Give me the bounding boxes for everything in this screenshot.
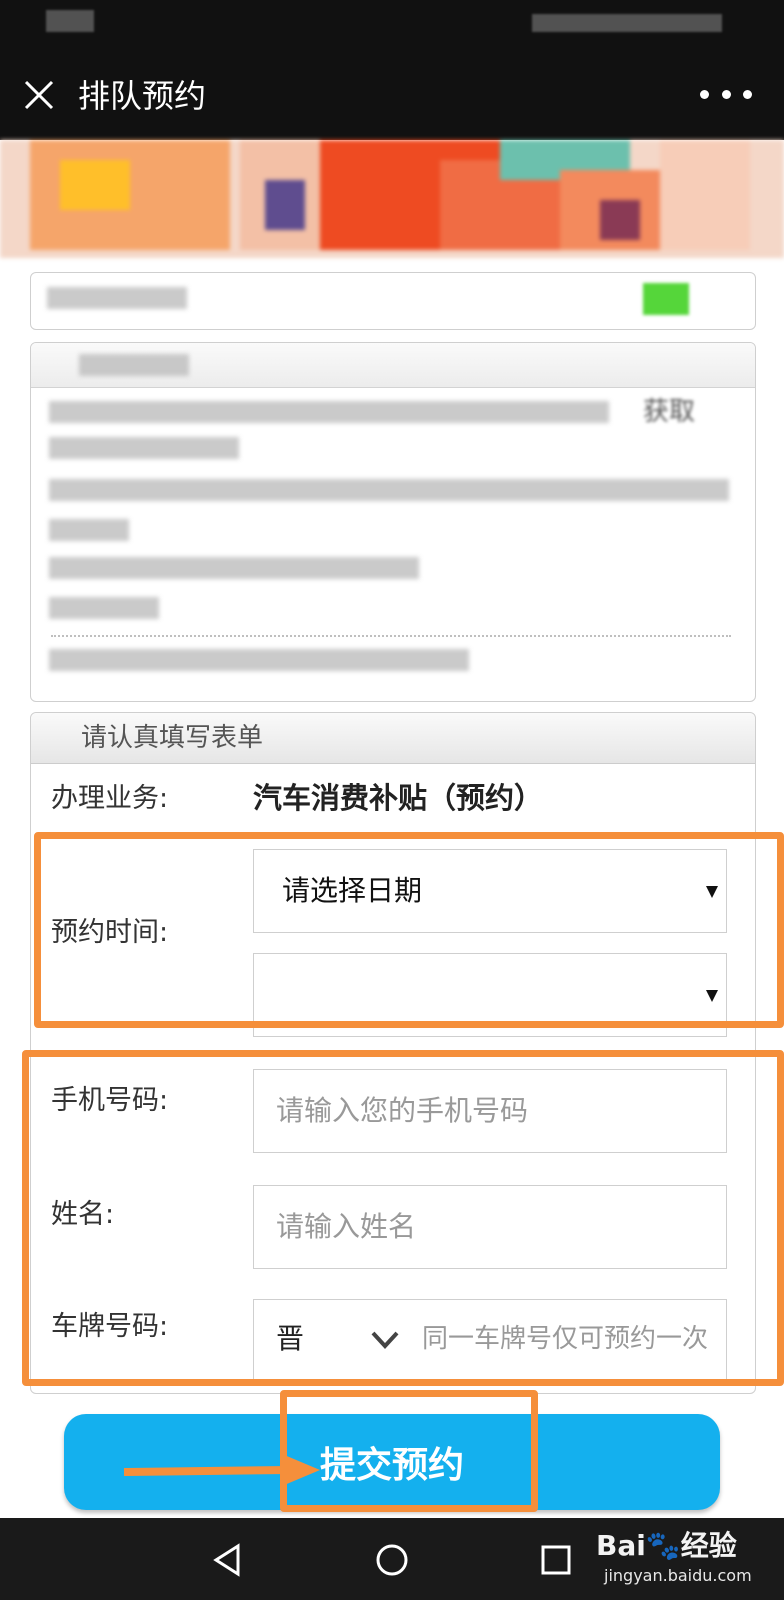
annotation-arrow-icon bbox=[123, 1454, 320, 1486]
business-value: 汽车消费补贴（预约） bbox=[253, 781, 544, 815]
annotation-frame-time bbox=[34, 832, 784, 1028]
baidu-watermark: Bai🐾经验 bbox=[596, 1530, 737, 1562]
info-row bbox=[30, 272, 756, 330]
back-nav-icon[interactable] bbox=[210, 1542, 246, 1578]
status-indicator bbox=[643, 283, 689, 315]
form-header: 请认真填写表单 bbox=[31, 713, 755, 764]
close-icon[interactable] bbox=[22, 78, 58, 114]
form-section-title: 请认真填写表单 bbox=[81, 723, 264, 753]
status-bar bbox=[0, 0, 784, 48]
business-label: 办理业务: bbox=[51, 783, 169, 814]
watermark-brand-suffix: 经验 bbox=[680, 1529, 737, 1562]
notice-partial-text: 获取 bbox=[643, 397, 696, 427]
banner-image bbox=[0, 140, 784, 258]
watermark-url: jingyan.baidu.com bbox=[604, 1566, 752, 1585]
annotation-frame-contact bbox=[22, 1050, 784, 1386]
more-icon[interactable] bbox=[700, 88, 752, 102]
watermark-brand: Bai bbox=[596, 1529, 646, 1562]
notice-panel: 获取 bbox=[30, 342, 756, 702]
recents-nav-icon[interactable] bbox=[538, 1542, 574, 1578]
page-title: 排队预约 bbox=[78, 77, 207, 115]
baidu-paw-icon: 🐾 bbox=[645, 1529, 681, 1562]
home-nav-icon[interactable] bbox=[374, 1542, 410, 1578]
notice-header bbox=[31, 343, 755, 388]
